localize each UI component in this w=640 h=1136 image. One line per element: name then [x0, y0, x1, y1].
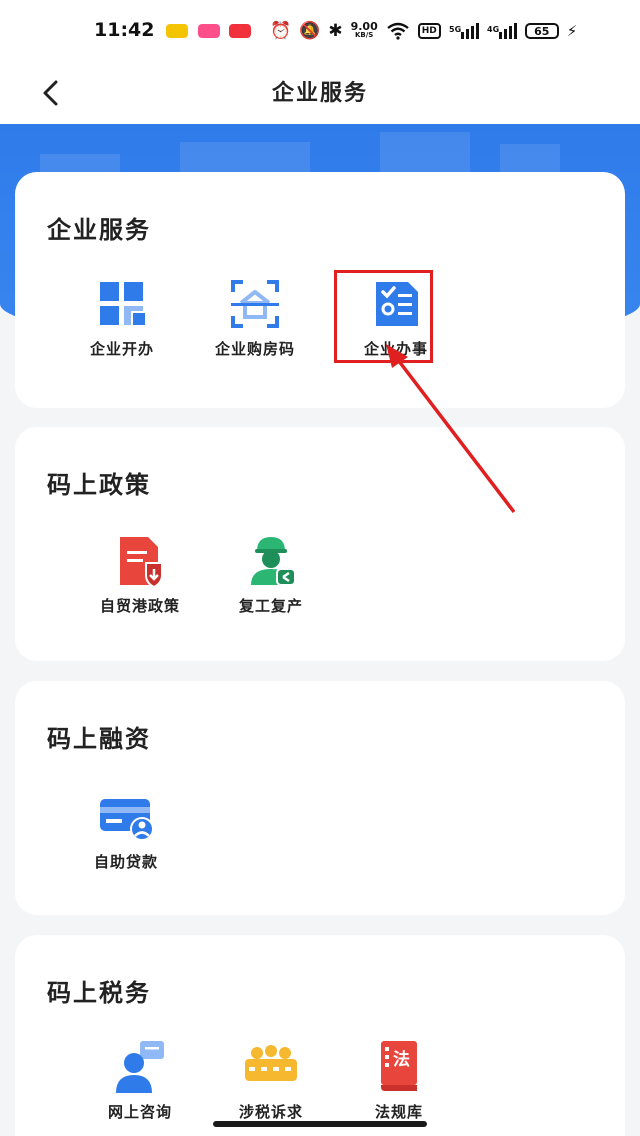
crowd-icon: [245, 1045, 297, 1081]
status-bar: 11:42 ⏰ 🔕 ✱ 9.00 KB/S HD 5G 4G 65 ⚡: [0, 0, 640, 62]
service-label: 自助贷款: [93, 853, 158, 871]
section-title: 码上税务: [47, 979, 151, 1007]
page-title: 企业服务: [271, 81, 368, 106]
section-title: 码上政策: [47, 471, 151, 499]
alarm-icon: ⏰: [270, 21, 292, 41]
service-item-resume-work[interactable]: 复工复产: [207, 533, 335, 616]
app-notification-icon: [229, 24, 251, 38]
service-item-ftp-policy[interactable]: 自贸港政策: [76, 533, 204, 616]
section-card-financing: 码上融资 自助贷款: [15, 681, 625, 915]
worker-icon: [251, 537, 296, 586]
service-label: 企业开办: [89, 340, 154, 358]
grid-apps-icon: [100, 282, 147, 327]
svg-text:5G: 5G: [449, 25, 461, 34]
service-label: 涉税诉求: [238, 1103, 303, 1121]
service-label: 复工复产: [238, 597, 303, 615]
signal-icon: 4G: [487, 23, 517, 39]
law-glyph: 法: [393, 1049, 410, 1070]
service-item-enterprise-setup[interactable]: 企业开办: [58, 276, 186, 359]
section-title: 码上融资: [47, 725, 151, 753]
service-label: 法规库: [374, 1103, 423, 1121]
checklist-document-icon: [376, 282, 418, 326]
hd-icon: HD: [417, 23, 441, 39]
scan-house-icon: [231, 280, 279, 328]
service-item-enterprise-affairs[interactable]: 企业办事: [332, 276, 460, 359]
wifi-icon: [386, 22, 409, 40]
bank-card-icon: [100, 799, 154, 841]
home-indicator[interactable]: [213, 1121, 427, 1127]
status-icons: ⏰ 🔕 ✱ 9.00 KB/S HD 5G 4G 65 ⚡: [270, 18, 577, 44]
policy-document-icon: [120, 537, 163, 589]
service-label: 企业办事: [363, 340, 428, 358]
service-label: 自贸港政策: [99, 597, 180, 615]
section-card-policy: 码上政策 自贸港政策 复工复产: [15, 427, 625, 661]
svg-text:4G: 4G: [487, 25, 499, 34]
service-item-law-library[interactable]: 法 法规库: [335, 1039, 463, 1122]
section-title: 企业服务: [47, 216, 151, 244]
app-notification-icon: [198, 24, 220, 38]
service-label: 网上咨询: [107, 1103, 172, 1121]
battery-icon: 65: [524, 23, 559, 39]
signal-icon: 5G: [449, 23, 479, 39]
navigation-bar: 企业服务: [0, 62, 640, 124]
service-label: 企业购房码: [214, 340, 295, 358]
service-item-online-consult[interactable]: 网上咨询: [76, 1039, 204, 1122]
law-book-icon: 法: [381, 1041, 417, 1091]
service-item-enterprise-housing-code[interactable]: 企业购房码: [191, 276, 319, 359]
consult-person-icon: [116, 1041, 164, 1093]
network-speed: 9.00 KB/S: [350, 20, 378, 39]
mute-icon: 🔕: [299, 21, 321, 41]
section-card-enterprise-service: 企业服务 企业开办 企业购房码 企业办事: [15, 172, 625, 408]
charging-icon: ⚡: [566, 22, 578, 40]
service-item-tax-appeal[interactable]: 涉税诉求: [207, 1039, 335, 1122]
bluetooth-icon: ✱: [328, 21, 343, 41]
service-item-self-service-loan[interactable]: 自助贷款: [62, 789, 190, 872]
status-time: 11:42: [94, 19, 155, 41]
section-card-tax: 码上税务 网上咨询 涉税诉求 法 法规库: [15, 935, 625, 1136]
app-notification-icon: [166, 24, 188, 38]
